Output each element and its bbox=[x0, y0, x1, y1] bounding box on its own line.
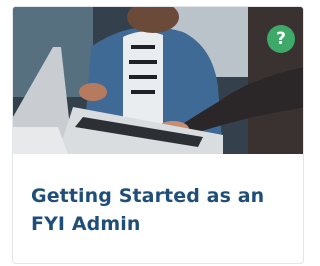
hero-photo bbox=[13, 7, 303, 154]
card-title[interactable]: Getting Started as an FYI Admin bbox=[31, 182, 285, 238]
tutorial-card[interactable]: ? Getting Started as an FYI Admin bbox=[12, 6, 304, 264]
help-question-icon: ? bbox=[267, 25, 295, 53]
card-hero-image: ? bbox=[13, 7, 303, 154]
card-body: Getting Started as an FYI Admin bbox=[13, 154, 303, 238]
